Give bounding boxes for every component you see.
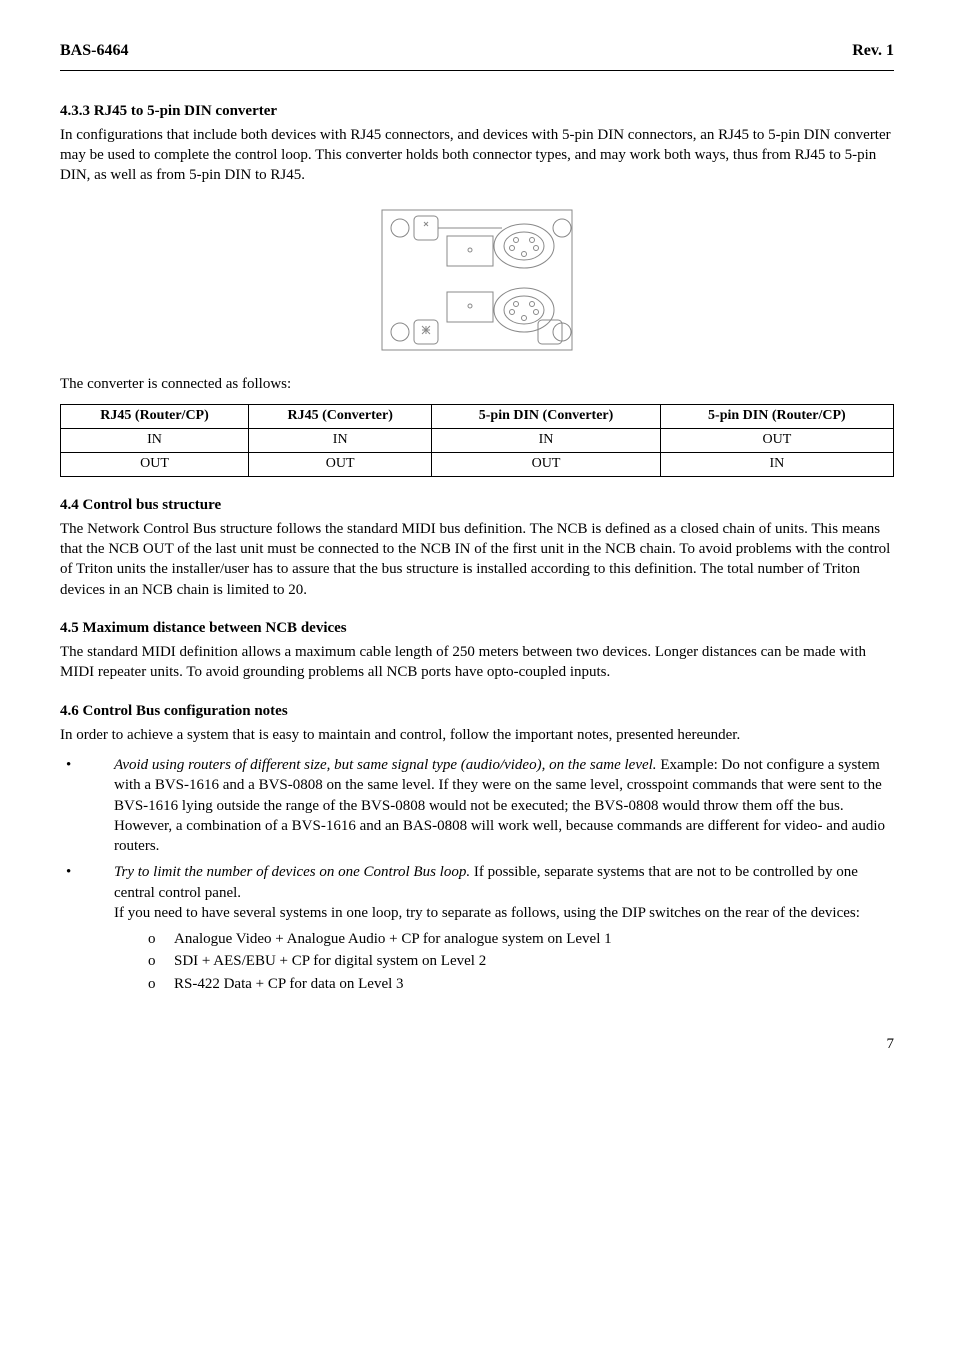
circle-bullet-icon: o (148, 929, 174, 949)
table-intro: The converter is connected as follows: (60, 374, 894, 394)
section-4-5-heading: 4.5 Maximum distance between NCB devices (60, 618, 894, 638)
note-rest2: If you need to have several systems in o… (114, 905, 860, 921)
section-4-3-3-para: In configurations that include both devi… (60, 125, 894, 186)
cell: IN (249, 428, 432, 452)
table-row: IN IN IN OUT (61, 428, 894, 452)
th-din-router: 5-pin DIN (Router/CP) (660, 404, 893, 428)
cell: OUT (61, 452, 249, 476)
cell: OUT (432, 452, 660, 476)
list-item: oAnalogue Video + Analogue Audio + CP fo… (148, 929, 894, 949)
section-4-6-para: In order to achieve a system that is eas… (60, 725, 894, 745)
doc-id: BAS-6464 (60, 40, 128, 62)
converter-connection-table: RJ45 (Router/CP) RJ45 (Converter) 5-pin … (60, 404, 894, 477)
th-din-converter: 5-pin DIN (Converter) (432, 404, 660, 428)
note-em: Try to limit the number of devices on on… (114, 864, 470, 880)
section-4-3-3-heading: 4.3.3 RJ45 to 5-pin DIN converter (60, 101, 894, 121)
cell: OUT (660, 428, 893, 452)
doc-rev: Rev. 1 (852, 40, 894, 62)
cell: OUT (249, 452, 432, 476)
bullet-icon: • (60, 755, 114, 856)
page-header: BAS-6464 Rev. 1 (60, 40, 894, 71)
page-number: 7 (60, 1034, 894, 1054)
bullet-icon: • (60, 862, 114, 923)
list-item: oRS-422 Data + CP for data on Level 3 (148, 974, 894, 994)
cell: IN (432, 428, 660, 452)
circle-bullet-icon: o (148, 974, 174, 994)
th-rj45-router: RJ45 (Router/CP) (61, 404, 249, 428)
converter-diagram (352, 200, 602, 360)
table-header-row: RJ45 (Router/CP) RJ45 (Converter) 5-pin … (61, 404, 894, 428)
list-item: oSDI + AES/EBU + CP for digital system o… (148, 951, 894, 971)
note-em: Avoid using routers of different size, b… (114, 757, 657, 773)
sub-text: RS-422 Data + CP for data on Level 3 (174, 974, 404, 994)
sub-text: SDI + AES/EBU + CP for digital system on… (174, 951, 486, 971)
section-4-5-para: The standard MIDI definition allows a ma… (60, 642, 894, 683)
section-4-4-heading: 4.4 Control bus structure (60, 495, 894, 515)
notes-list: • Avoid using routers of different size,… (60, 755, 894, 923)
sub-text: Analogue Video + Analogue Audio + CP for… (174, 929, 612, 949)
table-row: OUT OUT OUT IN (61, 452, 894, 476)
note-text: Try to limit the number of devices on on… (114, 862, 894, 923)
list-item: • Avoid using routers of different size,… (60, 755, 894, 856)
th-rj45-converter: RJ45 (Converter) (249, 404, 432, 428)
sub-list: oAnalogue Video + Analogue Audio + CP fo… (60, 929, 894, 994)
cell: IN (61, 428, 249, 452)
cell: IN (660, 452, 893, 476)
list-item: • Try to limit the number of devices on … (60, 862, 894, 923)
circle-bullet-icon: o (148, 951, 174, 971)
note-text: Avoid using routers of different size, b… (114, 755, 894, 856)
section-4-6-heading: 4.6 Control Bus configuration notes (60, 701, 894, 721)
section-4-4-para: The Network Control Bus structure follow… (60, 519, 894, 600)
